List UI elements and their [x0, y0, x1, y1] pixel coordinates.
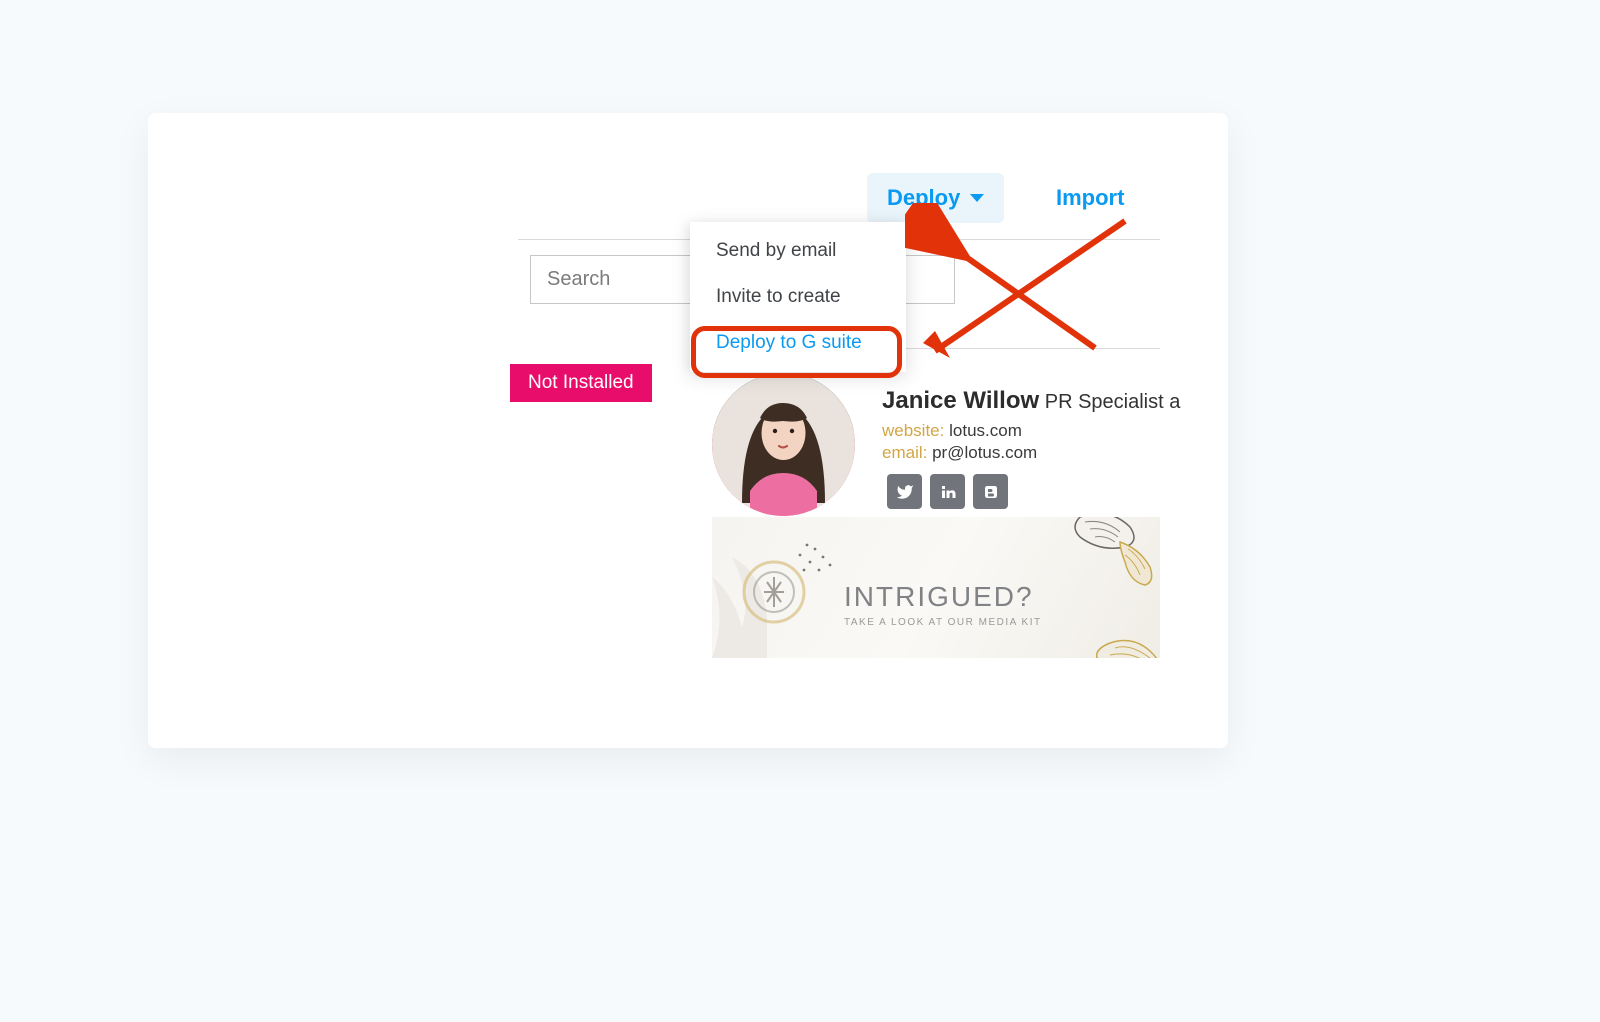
blogger-icon[interactable] — [973, 474, 1008, 509]
banner-title: INTRIGUED? — [844, 581, 1042, 613]
deploy-label: Deploy — [887, 185, 960, 211]
banner-subtitle: TAKE A LOOK AT OUR MEDIA KIT — [844, 617, 1042, 628]
website-value: lotus.com — [949, 421, 1022, 440]
bottom-cover — [148, 663, 1228, 748]
menu-item-send-by-email[interactable]: Send by email — [690, 228, 906, 274]
deploy-button[interactable]: Deploy — [867, 173, 1004, 223]
avatar — [712, 373, 855, 516]
import-label: Import — [1056, 185, 1124, 211]
social-icons — [887, 474, 1008, 509]
email-row: email: pr@lotus.com — [882, 443, 1037, 463]
banner-text: INTRIGUED? TAKE A LOOK AT OUR MEDIA KIT — [844, 581, 1042, 628]
menu-item-invite-to-create[interactable]: Invite to create — [690, 274, 906, 320]
import-button[interactable]: Import — [1056, 173, 1124, 223]
inner-content: Deploy Import Not Installed Send by emai… — [510, 113, 1228, 748]
left-fade-overlay — [148, 113, 190, 748]
linkedin-icon[interactable] — [930, 474, 965, 509]
deploy-dropdown: Send by email Invite to create Deploy to… — [690, 222, 906, 372]
status-badge: Not Installed — [510, 364, 652, 402]
badge-text: Not Installed — [528, 372, 634, 393]
profile-title: PR Specialist a — [1045, 391, 1181, 413]
profile-name: Janice Willow — [882, 387, 1039, 414]
banner-decoration-left — [712, 517, 842, 658]
menu-item-deploy-to-g-suite[interactable]: Deploy to G suite — [690, 320, 906, 366]
twitter-icon[interactable] — [887, 474, 922, 509]
name-line: Janice Willow PR Specialist a — [882, 387, 1180, 415]
website-row: website: lotus.com — [882, 421, 1022, 441]
website-label: website: — [882, 421, 944, 440]
banner-decoration-bottom-right — [1060, 603, 1160, 658]
email-value: pr@lotus.com — [932, 443, 1037, 462]
promo-banner[interactable]: INTRIGUED? TAKE A LOOK AT OUR MEDIA KIT — [712, 517, 1160, 658]
email-label: email: — [882, 443, 927, 462]
content-card: Deploy Import Not Installed Send by emai… — [148, 113, 1228, 748]
toolbar: Deploy Import — [510, 173, 1228, 223]
chevron-down-icon — [970, 194, 984, 202]
